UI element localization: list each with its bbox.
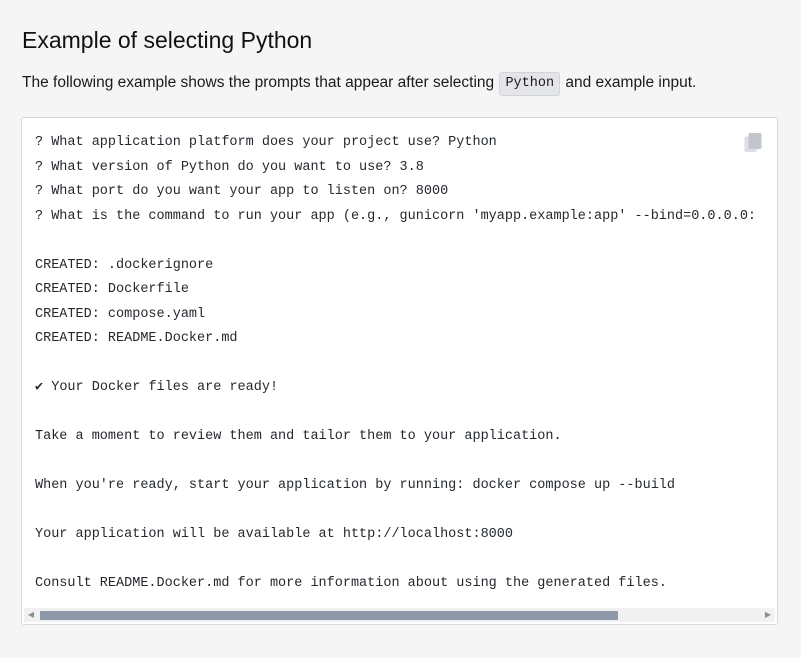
copy-button[interactable] (743, 132, 763, 154)
code-line: Consult README.Docker.md for more inform… (35, 576, 667, 591)
inline-code-python: Python (499, 72, 561, 96)
code-line: Your application will be available at ht… (35, 527, 513, 542)
code-line: ? What is the command to run your app (e… (35, 208, 757, 224)
scroll-right-arrow-icon[interactable]: ▶ (761, 608, 775, 622)
code-line: ? What version of Python do you want to … (35, 159, 424, 175)
code-line: CREATED: .dockerignore (35, 257, 214, 273)
code-line: ? What application platform does your pr… (35, 135, 497, 150)
intro-text-before: The following example shows the prompts … (22, 74, 499, 91)
code-line: CREATED: compose.yaml (35, 306, 206, 322)
intro-text-after: and example input. (561, 74, 697, 91)
code-lines: ? What application platform does your pr… (35, 131, 756, 597)
code-line: Take a moment to review them and tailor … (35, 429, 562, 444)
section-heading: Example of selecting Python (22, 27, 313, 53)
code-line: CREATED: Dockerfile (35, 282, 189, 297)
copy-icon (744, 133, 762, 152)
scroll-left-arrow-icon[interactable]: ◀ (24, 608, 38, 622)
code-block[interactable]: ? What application platform does your pr… (21, 117, 778, 625)
code-line: ✔ Your Docker files are ready! (35, 380, 279, 395)
horizontal-scrollbar[interactable]: ◀ ▶ (24, 608, 775, 622)
intro-paragraph: The following example shows the prompts … (22, 70, 696, 96)
code-line: When you're ready, start your applicatio… (35, 478, 676, 493)
code-line: CREATED: README.Docker.md (35, 331, 238, 346)
code-line: ? What port do you want your app to list… (35, 184, 449, 199)
scrollbar-thumb[interactable] (40, 611, 618, 620)
